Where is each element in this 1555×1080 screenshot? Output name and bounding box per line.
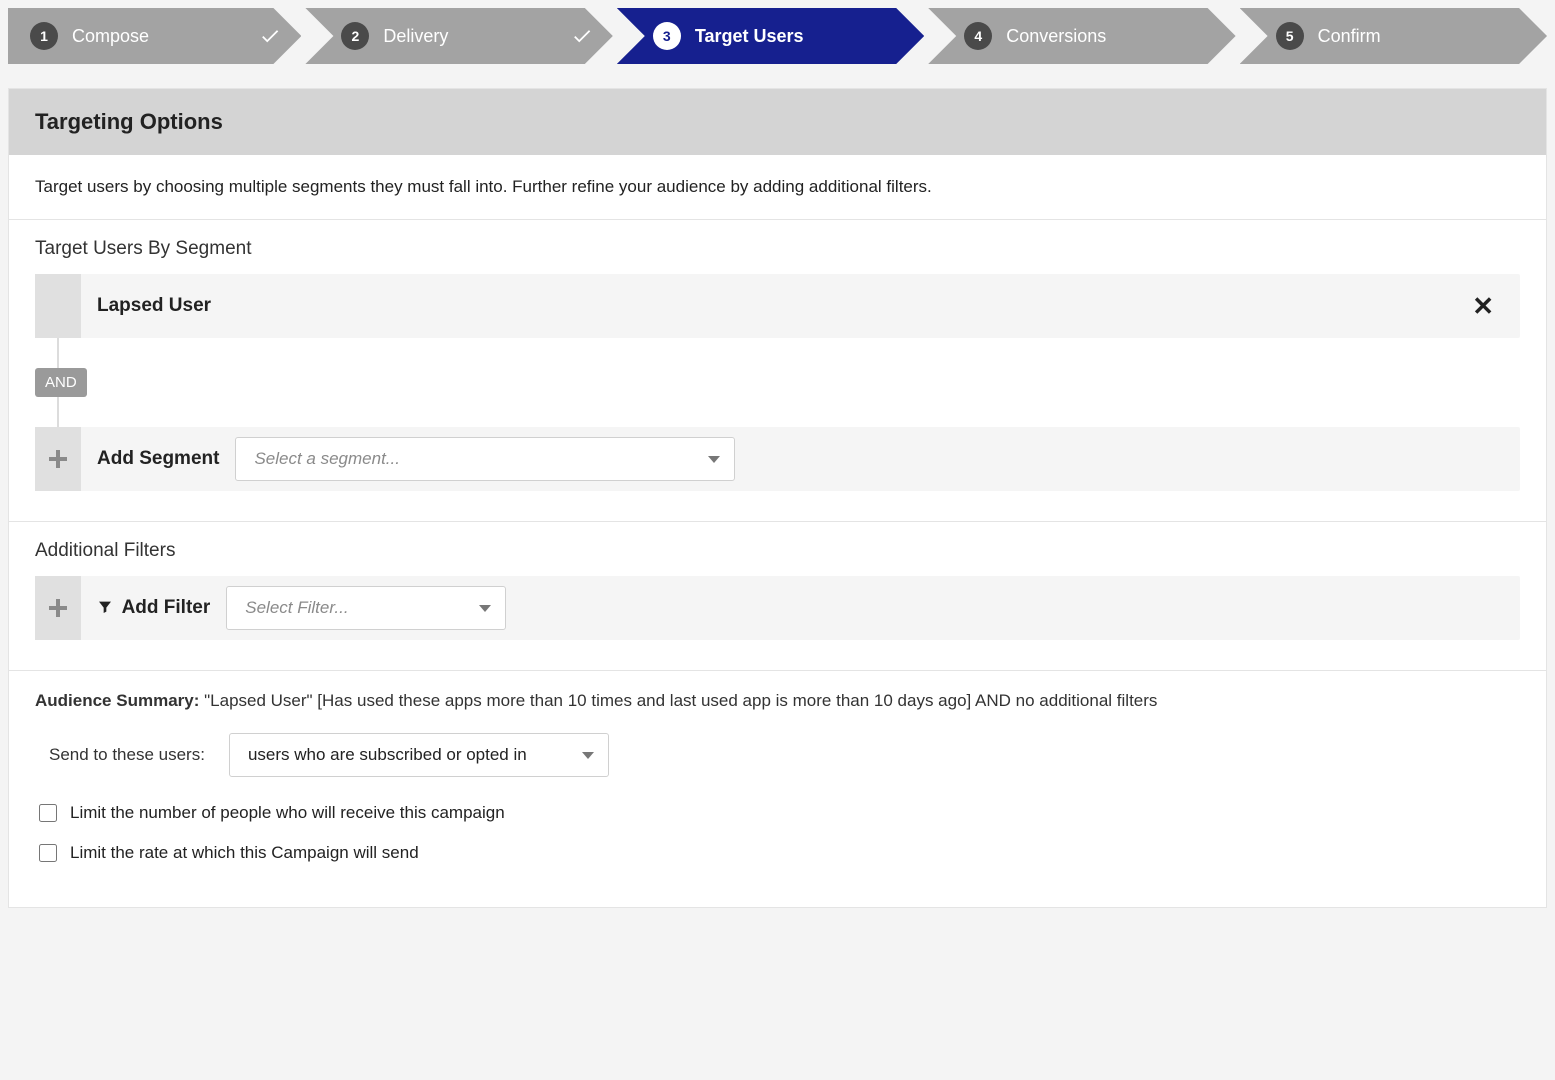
funnel-icon: [97, 599, 113, 615]
filters-heading: Additional Filters: [35, 540, 1520, 562]
add-filter-label: Add Filter: [97, 597, 210, 619]
segments-section: Target Users By Segment Lapsed User ✕ AN…: [9, 220, 1546, 522]
send-to-label: Send to these users:: [49, 745, 205, 765]
send-to-selected: users who are subscribed or opted in: [248, 745, 527, 765]
step-label: Compose: [72, 26, 251, 47]
step-number: 2: [341, 22, 369, 50]
limit-rate-checkbox-row[interactable]: Limit the rate at which this Campaign wi…: [35, 841, 1520, 865]
segment-name: Lapsed User: [97, 295, 211, 317]
add-segment-row: Add Segment Select a segment...: [35, 427, 1520, 491]
filter-select-placeholder: Select Filter...: [245, 598, 348, 618]
remove-segment-icon[interactable]: ✕: [1462, 285, 1504, 328]
step-label: Conversions: [1006, 26, 1215, 47]
limit-people-checkbox-row[interactable]: Limit the number of people who will rece…: [35, 801, 1520, 825]
panel-description: Target users by choosing multiple segmen…: [9, 155, 1546, 220]
limit-rate-label: Limit the rate at which this Campaign wi…: [70, 843, 419, 863]
filter-select[interactable]: Select Filter...: [226, 586, 506, 630]
step-compose[interactable]: 1 Compose: [8, 8, 301, 64]
add-segment-label: Add Segment: [97, 448, 219, 470]
step-delivery[interactable]: 2 Delivery: [305, 8, 612, 64]
add-filter-row: Add Filter Select Filter...: [35, 576, 1520, 640]
segments-heading: Target Users By Segment: [35, 238, 1520, 260]
targeting-panel: Targeting Options Target users by choosi…: [8, 88, 1547, 908]
step-number: 1: [30, 22, 58, 50]
segment-select[interactable]: Select a segment...: [235, 437, 735, 481]
audience-summary: Audience Summary: "Lapsed User" [Has use…: [35, 691, 1520, 711]
send-to-row: Send to these users: users who are subsc…: [35, 733, 1520, 777]
limit-people-checkbox[interactable]: [39, 804, 57, 822]
check-icon: [571, 25, 593, 47]
check-icon: [259, 25, 281, 47]
audience-summary-label: Audience Summary:: [35, 691, 199, 710]
step-target-users[interactable]: 3 Target Users: [617, 8, 924, 64]
segment-select-placeholder: Select a segment...: [254, 449, 400, 469]
panel-title: Targeting Options: [9, 89, 1546, 155]
add-filter-button[interactable]: [35, 576, 81, 640]
segment-row: Lapsed User ✕: [35, 274, 1520, 338]
add-segment-button[interactable]: [35, 427, 81, 491]
step-conversions[interactable]: 4 Conversions: [928, 8, 1235, 64]
progress-stepper: 1 Compose 2 Delivery 3 Target Users 4 Co…: [8, 8, 1547, 64]
limit-people-label: Limit the number of people who will rece…: [70, 803, 505, 823]
filters-section: Additional Filters Add Filter Select Fil…: [9, 522, 1546, 671]
and-connector: AND: [35, 368, 87, 397]
step-number: 5: [1276, 22, 1304, 50]
limit-rate-checkbox[interactable]: [39, 844, 57, 862]
step-label: Target Users: [695, 26, 904, 47]
step-confirm[interactable]: 5 Confirm: [1240, 8, 1547, 64]
step-number: 4: [964, 22, 992, 50]
segment-handle[interactable]: [35, 274, 81, 338]
plus-icon: [49, 599, 67, 617]
step-label: Confirm: [1318, 26, 1527, 47]
plus-icon: [49, 450, 67, 468]
step-label: Delivery: [383, 26, 562, 47]
audience-summary-section: Audience Summary: "Lapsed User" [Has use…: [9, 671, 1546, 907]
send-to-select[interactable]: users who are subscribed or opted in: [229, 733, 609, 777]
step-number: 3: [653, 22, 681, 50]
audience-summary-text: "Lapsed User" [Has used these apps more …: [204, 691, 1157, 710]
